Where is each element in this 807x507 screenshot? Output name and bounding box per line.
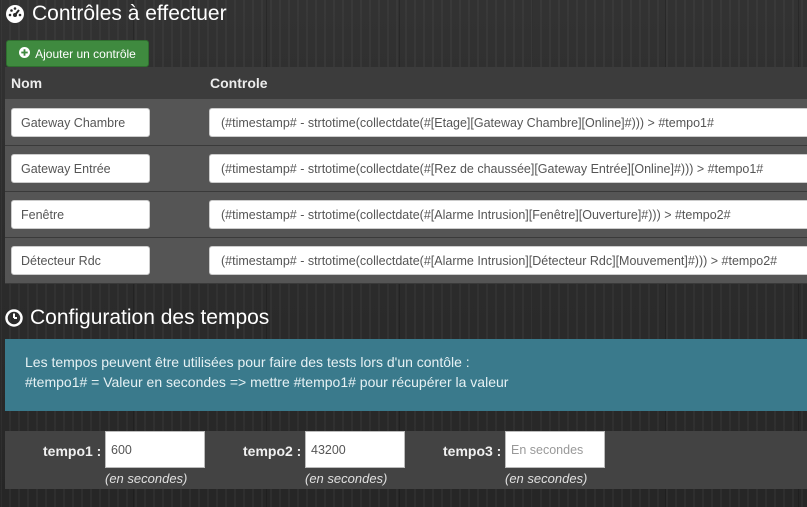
nom-input[interactable]: Fenêtre — [11, 200, 150, 229]
tempo1-help: (en secondes) — [105, 471, 188, 486]
tempo1-label: tempo1 : — [43, 443, 102, 459]
info-line: #tempo1# = Valeur en secondes => mettre … — [25, 374, 509, 390]
add-controle-label: Ajouter un contrôle — [35, 46, 136, 61]
controle-input[interactable]: (#timestamp# - strtotime(collectdate(#[A… — [209, 200, 807, 229]
column-header-controle: Controle — [210, 75, 268, 91]
column-header-nom: Nom — [11, 75, 43, 91]
tempo2-input[interactable]: 43200 — [305, 431, 405, 468]
table-row: Gateway Chambre (#timestamp# - strtotime… — [5, 100, 807, 146]
controles-title: Contrôles à effectuer — [5, 2, 227, 26]
nom-input[interactable]: Gateway Chambre — [11, 108, 150, 137]
tempo3-help: (en secondes) — [505, 471, 588, 486]
tempos-info-box: Les tempos peuvent être utilisées pour f… — [5, 339, 807, 411]
tempo1-input[interactable]: 600 — [105, 431, 205, 468]
controle-input[interactable]: (#timestamp# - strtotime(collectdate(#[E… — [209, 108, 807, 137]
dashboard-icon — [5, 4, 25, 24]
table-header: Nom Controle — [5, 67, 807, 100]
controle-input[interactable]: (#timestamp# - strtotime(collectdate(#[A… — [209, 246, 807, 275]
controle-input[interactable]: (#timestamp# - strtotime(collectdate(#[R… — [209, 154, 807, 183]
tempo2-help: (en secondes) — [305, 471, 388, 486]
tempo3-label: tempo3 : — [443, 443, 502, 459]
tempo3-input[interactable]: En secondes — [505, 431, 605, 468]
table-row: Fenêtre (#timestamp# - strtotime(collect… — [5, 192, 807, 238]
info-line: Les tempos peuvent être utilisées pour f… — [25, 354, 470, 370]
plus-circle-icon — [19, 46, 31, 61]
nom-input[interactable]: Détecteur Rdc — [11, 246, 150, 275]
controles-title-text: Contrôles à effectuer — [32, 2, 227, 25]
clock-icon — [5, 309, 23, 327]
add-controle-button[interactable]: Ajouter un contrôle — [6, 40, 149, 67]
tempos-title-text: Configuration des tempos — [30, 306, 270, 329]
nom-input[interactable]: Gateway Entrée — [11, 154, 150, 183]
table-row: Gateway Entrée (#timestamp# - strtotime(… — [5, 146, 807, 192]
tempo2-label: tempo2 : — [243, 443, 302, 459]
table-row: Détecteur Rdc (#timestamp# - strtotime(c… — [5, 238, 807, 284]
tempos-panel: tempo1 : 600 (en secondes) tempo2 : 4320… — [5, 431, 807, 489]
controles-table: Nom Controle Gateway Chambre (#timestamp… — [5, 67, 807, 284]
tempos-title: Configuration des tempos — [5, 306, 269, 330]
